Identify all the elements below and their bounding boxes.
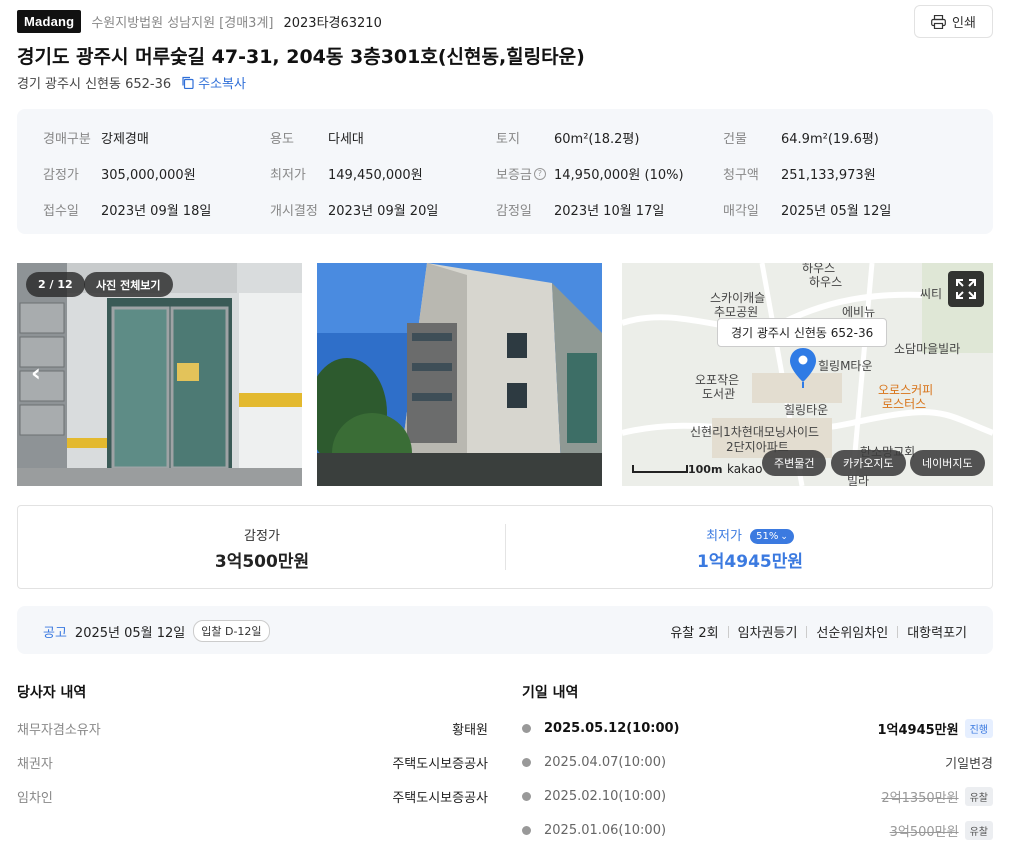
map-scale-bar (632, 465, 688, 473)
schedule-row: 2025.05.12(10:00) 1억4945만원 진행 (522, 719, 993, 738)
info-commence: 개시결정 2023년 09월 20일 (270, 204, 439, 219)
notice-tag: 대항력포기 (907, 626, 967, 641)
notice-date: 2025년 05월 12일 (74, 625, 186, 641)
expand-map-button[interactable] (948, 271, 984, 307)
appraisal-price-label: 감정가 (244, 529, 280, 544)
info-appraisal-date: 감정일 2023년 10월 17일 (496, 204, 665, 219)
property-photo-entrance[interactable]: 2 / 12 사진 전체보기 ‹ (17, 263, 302, 486)
kakao-logo: kakao (727, 462, 763, 476)
notice-tag: 임차권등기 (737, 626, 798, 641)
timeline-dot (522, 724, 531, 733)
property-photo-building[interactable] (317, 263, 602, 486)
case-header: Madang 수원지방법원 성남지원 [경매3계] 2023타경63210 (17, 9, 382, 33)
schedule-row: 2025.01.06(10:00) 3억500만원 유찰 (522, 821, 993, 840)
min-price-value: 1억4945만원 (696, 552, 804, 572)
print-button[interactable]: 인쇄 (914, 5, 993, 38)
copy-icon (182, 76, 194, 89)
info-sale-date: 매각일 2025년 05월 12일 (723, 204, 892, 219)
fullscreen-icon (956, 279, 976, 299)
map-address-tooltip: 경기 광주시 신현동 652-36 (717, 318, 888, 347)
info-appraisal: 감정가 305,000,000원 (43, 168, 196, 183)
address-row: 경기 광주시 신현동 652-36 주소복사 (17, 73, 246, 92)
help-icon[interactable]: ? (533, 167, 546, 180)
map-label: 하우스 (809, 275, 843, 289)
notice-left: 공고 2025년 05월 12일 입찰 D-12일 (43, 620, 270, 642)
chevron-left-icon[interactable]: ‹ (31, 359, 41, 387)
printer-icon (931, 14, 946, 29)
map-label: 힐링타운 (784, 403, 829, 417)
photo-counter: 2 / 12 (26, 272, 85, 297)
location-map[interactable]: 하우스 하우스 스카이캐슬 추모공원 에비뉴 씨티 소담마을빌라 힐링M타운 오… (622, 263, 993, 486)
min-price-block: 최저가 51% ⌄ 1억4945만원 (506, 506, 994, 590)
map-label: 도서관 (702, 387, 736, 401)
lot-address: 경기 광주시 신현동 652-36 (17, 77, 172, 92)
status-badge: 유찰 (964, 821, 993, 840)
price-summary: 감정가 3억500만원 최저가 51% ⌄ 1억4945만원 (17, 505, 993, 589)
summary-info-panel: 경매구분 강제경매 용도 다세대 토지 60m²(18.2평) 건물 64.9m²(19… (17, 109, 993, 234)
schedule-row: 2025.02.10(10:00) 2억1350만원 유찰 (522, 787, 993, 806)
min-price-percent-badge[interactable]: 51% ⌄ (750, 529, 794, 544)
notice-tag: 선순위임차인 (816, 626, 889, 641)
appraisal-price-value: 3억500만원 (214, 552, 310, 572)
notice-tag: 유찰 2회 (670, 626, 719, 641)
print-label: 인쇄 (952, 16, 976, 31)
info-received: 접수일 2023년 09월 18일 (43, 204, 212, 219)
info-land: 토지 60m²(18.2평) (496, 132, 640, 147)
min-price-label: 최저가 (706, 529, 742, 544)
nearby-items-button[interactable]: 주변물건 (762, 450, 827, 476)
brand-logo[interactable]: Madang (17, 9, 82, 33)
property-title: 경기도 광주시 머루숯길 47-31, 204동 3층301호(신현동,힐링타운… (17, 46, 585, 68)
map-pin-icon (790, 348, 816, 388)
tag-separator (897, 625, 899, 638)
timeline-dot (522, 758, 531, 767)
kakao-map-button[interactable]: 카카오지도 (831, 450, 906, 476)
parties-title: 당사자 내역 (17, 685, 87, 701)
map-label: 씨티 (920, 287, 943, 301)
map-scale-label: 100m (688, 463, 723, 476)
notice-label: 공고 (43, 625, 67, 641)
notice-bar: 공고 2025년 05월 12일 입찰 D-12일 유찰 2회 임차권등기 선순… (17, 606, 993, 654)
info-min-price: 최저가 149,450,000원 (270, 168, 423, 183)
tag-separator (727, 625, 729, 638)
schedule-row: 2025.04.07(10:00) 기일변경 (522, 753, 993, 772)
notice-tags: 유찰 2회 임차권등기 선순위임차인 대항력포기 (670, 622, 967, 641)
map-label: 힐링M타운 (818, 359, 873, 373)
party-row: 임차인 주택도시보증공사 (17, 791, 488, 806)
party-row: 채권자 주택도시보증공사 (17, 757, 488, 772)
view-all-photos-button[interactable]: 사진 전체보기 (84, 272, 173, 297)
case-number: 2023타경63210 (283, 15, 382, 31)
naver-map-button[interactable]: 네이버지도 (910, 450, 985, 476)
status-badge: 진행 (964, 719, 993, 738)
tag-separator (806, 625, 808, 638)
info-claim: 청구액 251,133,973원 (723, 168, 876, 183)
building-photo-image (317, 263, 602, 486)
copy-address-button[interactable]: 주소복사 (181, 73, 246, 92)
bid-dday-badge: 입찰 D-12일 (193, 620, 270, 642)
info-usage: 용도 다세대 (270, 132, 364, 147)
timeline-dot (522, 792, 531, 801)
info-building: 건물 64.9m²(19.6평) (723, 132, 879, 147)
info-auction-type: 경매구분 강제경매 (43, 132, 149, 147)
copy-address-label: 주소복사 (198, 77, 246, 92)
schedule-title: 기일 내역 (522, 685, 579, 701)
appraisal-price-block: 감정가 3억500만원 (18, 506, 506, 590)
info-deposit: 보증금? 14,950,000원 (10%) (496, 167, 684, 183)
court-name: 수원지방법원 성남지원 [경매3계] (91, 15, 274, 31)
map-label: 소담마을빌라 (894, 342, 961, 356)
chevron-down-icon: ⌄ (780, 531, 788, 542)
party-row: 채무자겸소유자 황태원 (17, 723, 488, 738)
map-label: 로스터스 (882, 397, 927, 411)
status-badge: 유찰 (964, 787, 993, 806)
min-price-label-row: 최저가 51% ⌄ (506, 525, 994, 544)
timeline-dot (522, 826, 531, 835)
